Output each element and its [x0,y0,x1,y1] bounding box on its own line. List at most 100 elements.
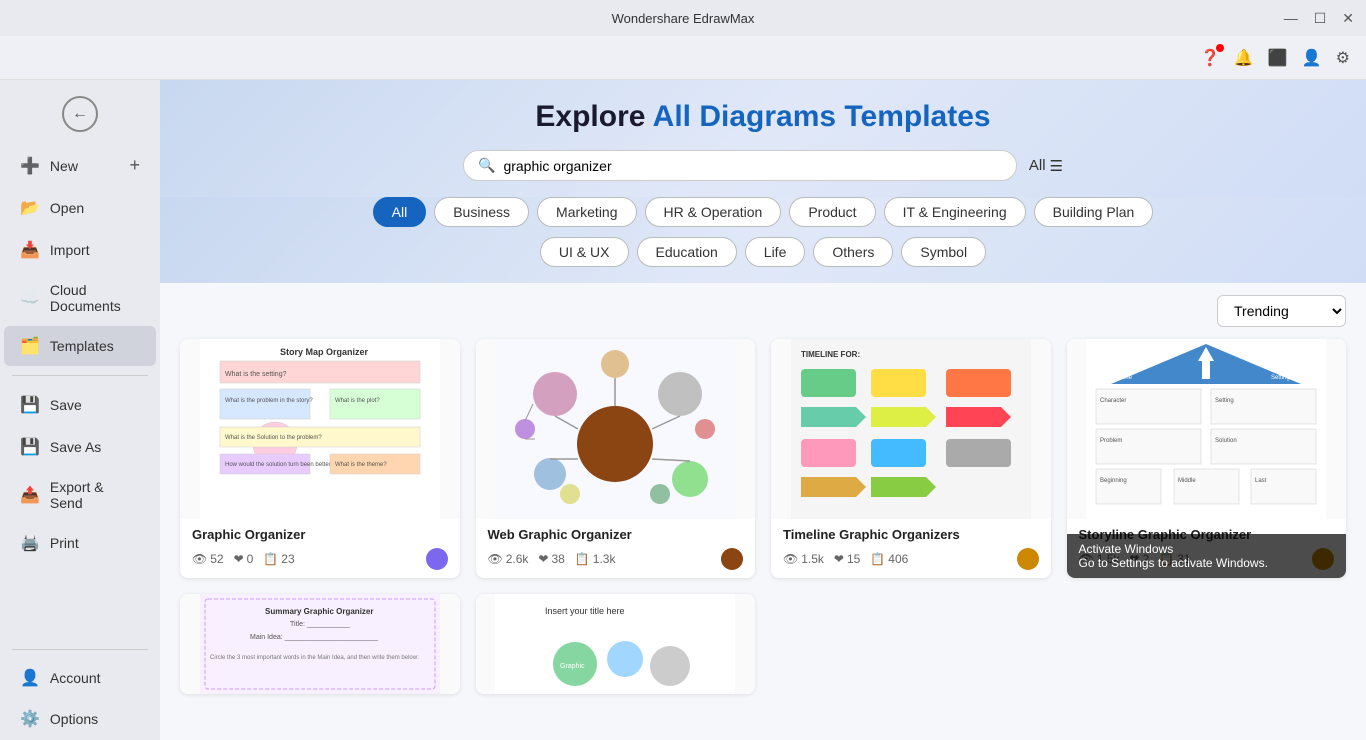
sidebar-item-new[interactable]: ➕ New + [4,145,156,186]
account-icon: 👤 [20,668,40,688]
new-icon: ➕ [20,156,40,176]
sidebar-label-print: Print [50,535,79,551]
export-icon: 📤 [20,485,40,505]
search-box[interactable]: 🔍 [463,150,1017,181]
svg-text:Name: Name [1116,375,1133,381]
eye-icon: 👁 [192,552,207,566]
filter-life[interactable]: Life [745,237,806,267]
sidebar-item-cloud[interactable]: ☁️ Cloud Documents [4,272,156,324]
template-card-web-graphic-organizer[interactable]: Web Graphic Organizer 👁 2.6k ❤ 38 [476,339,756,578]
template-card-bubble[interactable]: Insert your title here Graphic [476,594,756,694]
options-icon: ⚙️ [20,709,40,729]
filter-uiux[interactable]: UI & UX [540,237,629,267]
settings-icon[interactable]: ⚙ [1336,48,1350,68]
svg-text:Middle: Middle [1178,478,1196,484]
filter-others[interactable]: Others [813,237,893,267]
sidebar-label-saveas: Save As [50,439,101,455]
minimize-button[interactable]: — [1284,10,1298,27]
sidebar-label-new: New [50,158,78,174]
title-bar: Wondershare EdrawMax — ☐ ✕ [0,0,1366,36]
grid-icon[interactable]: ⬛ [1268,48,1288,68]
back-button[interactable]: ← [58,92,102,136]
activate-line1: Activate Windows [1079,542,1335,556]
filter-product[interactable]: Product [789,197,875,227]
sidebar-label-cloud: Cloud Documents [50,282,140,314]
likes-count: 15 [847,552,860,566]
sidebar-item-import[interactable]: 📥 Import [4,230,156,270]
card-info-graphic-organizer: Graphic Organizer 👁 52 ❤ 0 📋 [180,519,460,578]
search-input[interactable] [503,158,1001,174]
filter-education[interactable]: Education [637,237,737,267]
template-card-storyline[interactable]: Name Setting Character Setting Problem S… [1067,339,1347,578]
saveas-icon: 💾 [20,437,40,457]
filter-hr[interactable]: HR & Operation [645,197,782,227]
window-controls[interactable]: — ☐ ✕ [1284,10,1354,27]
sort-select[interactable]: Trending Newest Most Popular [1217,295,1346,327]
svg-text:Setting: Setting [1215,398,1234,404]
svg-text:Character: Character [1100,398,1126,404]
main-layout: ← ➕ New + 📂 Open 📥 Import ☁️ Cloud Docum… [0,80,1366,740]
close-button[interactable]: ✕ [1342,10,1354,27]
help-icon[interactable]: ❓ [1200,48,1220,68]
filter-marketing[interactable]: Marketing [537,197,636,227]
search-row: 🔍 All ☰ [463,150,1063,181]
filter-building[interactable]: Building Plan [1034,197,1154,227]
views-count: 2.6k [506,552,529,566]
views-count: 1.5k [801,552,824,566]
svg-text:How would the solution turn be: How would the solution turn been better? [225,462,335,468]
card-preview-timeline: TIMELINE FOR: [771,339,1051,519]
sidebar-label-open: Open [50,200,84,216]
views-stat: 👁 52 [192,552,224,566]
svg-text:Setting: Setting [1271,375,1290,381]
sidebar-label-save: Save [50,397,82,413]
copies-count: 1.3k [593,552,616,566]
filter-all[interactable]: All [373,197,427,227]
likes-count: 0 [247,552,254,566]
card-preview-bubble: Insert your title here Graphic [476,594,756,694]
sidebar-label-templates: Templates [50,338,114,354]
likes-count: 38 [551,552,564,566]
sidebar-item-options[interactable]: ⚙️ Options [4,699,156,739]
template-card-summary[interactable]: Summary Graphic Organizer Title: _______… [180,594,460,694]
svg-text:Problem: Problem [1100,438,1122,444]
notification-icon[interactable]: 🔔 [1234,48,1254,68]
svg-text:Summary Graphic Organizer: Summary Graphic Organizer [265,607,373,616]
template-grid: Story Map Organizer What is the setting?… [180,339,1346,694]
filter-it[interactable]: IT & Engineering [884,197,1026,227]
maximize-button[interactable]: ☐ [1314,10,1327,27]
sidebar-item-account[interactable]: 👤 Account [4,658,156,698]
svg-text:What is the plot?: What is the plot? [335,398,380,404]
heart-icon: ❤ [538,552,548,566]
template-card-timeline[interactable]: TIMELINE FOR: [771,339,1051,578]
all-label: All [1029,157,1046,174]
open-icon: 📂 [20,198,40,218]
import-icon: 📥 [20,240,40,260]
views-count: 52 [210,552,223,566]
views-stat: 👁 2.6k [488,552,529,566]
views-stat: 👁 1.5k [783,552,824,566]
svg-text:What is the theme?: What is the theme? [335,462,387,468]
card-stats-timeline: 👁 1.5k ❤ 15 📋 406 [783,548,1039,570]
svg-text:Title: ___________: Title: ___________ [290,621,350,628]
copy-icon: 📋 [263,552,278,566]
svg-text:Beginning: Beginning [1100,478,1127,484]
svg-text:What is the problem in the sto: What is the problem in the story? [225,398,313,404]
sidebar-label-import: Import [50,242,90,258]
sidebar-item-save[interactable]: 💾 Save [4,385,156,425]
svg-text:Circle the 3 most important wo: Circle the 3 most important words in the… [210,655,419,661]
content-area: Explore All Diagrams Templates 🔍 All ☰ A… [160,80,1366,740]
sidebar-item-export[interactable]: 📤 Export & Send [4,469,156,521]
sidebar-item-print[interactable]: 🖨️ Print [4,523,156,563]
sidebar-label-account: Account [50,670,101,686]
sidebar-item-templates[interactable]: 🗂️ Templates [4,326,156,366]
filter-area: All Business Marketing HR & Operation Pr… [160,197,1366,283]
filter-symbol[interactable]: Symbol [901,237,986,267]
templates-area: Trending Newest Most Popular Story Map O… [160,283,1366,740]
all-filter-button[interactable]: All ☰ [1029,157,1063,175]
user-icon[interactable]: 👤 [1302,48,1322,68]
template-card-graphic-organizer[interactable]: Story Map Organizer What is the setting?… [180,339,460,578]
filter-business[interactable]: Business [434,197,529,227]
svg-text:TIMELINE FOR:: TIMELINE FOR: [801,350,860,359]
sidebar-item-saveas[interactable]: 💾 Save As [4,427,156,467]
sidebar-item-open[interactable]: 📂 Open [4,188,156,228]
